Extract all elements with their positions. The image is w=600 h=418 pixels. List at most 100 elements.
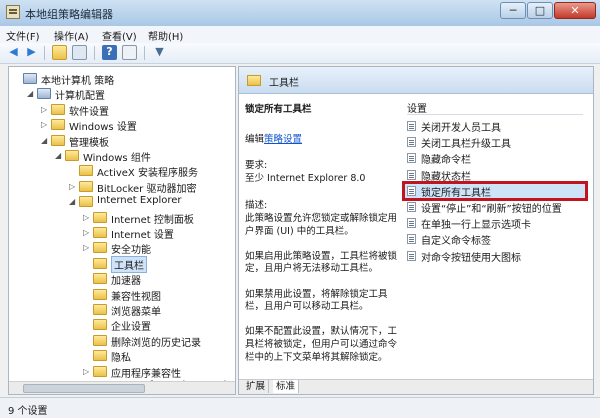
expand-arrow-icon [13,75,20,82]
properties-icon[interactable] [122,45,137,60]
tree-item[interactable]: ▷ Internet 控制面板 [9,210,235,226]
expand-arrow-icon [83,321,90,328]
collapse-arrow-icon[interactable]: ◢ [55,152,62,160]
collapse-arrow-icon[interactable]: ◢ [27,90,34,98]
tree-item-label: 删除浏览的历史记录 [111,337,201,349]
setting-row[interactable]: 对命令按钮使用大图标 [405,249,585,264]
collapse-arrow-icon[interactable]: ◢ [41,136,48,144]
policy-setting-icon [407,153,416,164]
maximize-button[interactable]: □ [527,2,553,19]
scrollbar-thumb[interactable] [23,384,145,393]
edit-policy-link[interactable]: 策略设置 [264,134,302,145]
tree-item[interactable]: ▷ Windows 设置 [9,117,235,133]
tree-item[interactable]: 本地计算机 策略 [9,71,235,87]
setting-row[interactable]: 在单独一行上显示选项卡 [405,216,585,231]
menu-action[interactable]: 操作(A) [54,28,89,43]
expand-arrow-icon [83,337,90,344]
filter-icon[interactable]: ▼ [152,45,167,60]
tree-item[interactable]: ▷ BitLocker 驱动器加密 [9,179,235,195]
up-folder-icon[interactable] [52,45,67,60]
tree-item[interactable]: ▷ Internet 设置 [9,225,235,241]
tree-item[interactable]: ActiveX 安装程序服务 [9,163,235,179]
header-divider [407,114,583,115]
expand-arrow-icon[interactable]: ▷ [41,105,48,113]
close-button[interactable]: ✕ [554,2,596,19]
setting-label: 自定义命令标签 [421,236,491,248]
policy-setting-icon [407,250,416,261]
tree-item[interactable]: ◢ 计算机配置 [9,86,235,102]
expand-arrow-icon[interactable]: ▷ [83,229,90,237]
tree-item[interactable]: 企业设置 [9,317,235,333]
expand-arrow-icon[interactable]: ▷ [83,244,90,252]
tree-item[interactable]: 兼容性视图 [9,287,235,303]
minimize-button[interactable]: ─ [500,2,526,19]
view-tabs: 扩展 标准 [239,379,593,394]
settings-column-header[interactable]: 设置 [407,100,427,115]
folder-icon [93,334,107,346]
setting-row[interactable]: 关闭工具栏升级工具 [405,135,585,150]
tree-item-label: 工具栏 [111,255,147,273]
details-pane: 工具栏 锁定所有工具栏 编辑策略设置 要求: 至少 Internet Explo… [238,66,594,395]
expand-arrow-icon[interactable]: ▷ [41,121,48,129]
expand-arrow-icon[interactable]: ▷ [69,182,76,190]
policy-tree[interactable]: ▷Internet Information Services▷应用程序兼容性隐私… [8,66,236,395]
edit-line: 编辑策略设置 [245,133,302,146]
tree-item[interactable]: ▷ 应用程序兼容性 [9,364,235,380]
tab-extended[interactable]: 扩展 [243,380,270,393]
expand-arrow-icon [83,275,90,282]
tree-item[interactable]: ◢ 管理模板 [9,133,235,149]
folder-icon [247,75,261,86]
tree-item[interactable]: ◢ Internet Explorer [9,194,235,210]
tree-item[interactable]: 隐私 [9,348,235,364]
tree-item-label: Internet 设置 [111,230,174,241]
menu-help[interactable]: 帮助(H) [148,28,183,43]
setting-label: 关闭开发人员工具 [421,123,501,134]
folder-icon [93,288,107,300]
app-icon [6,5,20,19]
expand-arrow-icon[interactable]: ▷ [83,213,90,221]
toolbar-separator [94,46,95,60]
show-hide-tree-icon[interactable] [72,45,87,60]
collapse-arrow-icon[interactable]: ◢ [69,198,76,206]
expand-arrow-icon [69,167,76,174]
tree-item-label: 本地计算机 策略 [41,76,115,87]
tree-item-label: Windows 设置 [69,122,137,134]
setting-row[interactable]: 自定义命令标签 [405,232,585,248]
folder-icon [93,304,107,315]
folder-icon [51,119,65,131]
description-line: 栏，且用户可以移动工具栏。 [245,301,369,313]
tree-item-label: ActiveX 安装程序服务 [97,168,198,180]
tree-item[interactable]: ▷ 安全功能 [9,240,235,256]
tree-item-label: 企业设置 [111,322,151,334]
expand-arrow-icon [83,352,90,359]
tree-item[interactable]: ▷ 软件设置 [9,102,235,118]
expand-arrow-icon[interactable]: ▷ [83,367,90,375]
tree-item[interactable]: ◢ Windows 组件 [9,148,235,164]
policy-setting-icon [407,169,416,180]
setting-row[interactable]: 隐藏命令栏 [405,151,585,167]
menu-view[interactable]: 查看(V) [102,28,137,43]
menu-file[interactable]: 文件(F) [6,28,40,43]
window-title: 本地组策略编辑器 [25,8,113,21]
tree-item-label: 安全功能 [111,245,151,257]
details-header: 工具栏 [239,67,593,94]
back-arrow-icon[interactable]: ◀ [6,45,21,60]
setting-row[interactable]: 关闭开发人员工具 [405,119,585,134]
help-icon[interactable]: ? [102,45,117,60]
tree-item[interactable]: 工具栏 [9,255,235,273]
tree-item[interactable]: 删除浏览的历史记录 [9,333,235,349]
horizontal-scrollbar[interactable] [9,381,235,394]
requirement-label: 要求: [245,160,268,171]
status-bar: 9 个设置 [0,397,600,418]
setting-row[interactable]: 锁定所有工具栏 [402,180,588,201]
forward-arrow-icon[interactable]: ▶ [24,45,39,60]
requirement-value: 至少 Internet Explorer 8.0 [245,173,366,184]
tree-item[interactable]: 加速器 [9,271,235,287]
folder-icon [51,103,65,115]
policy-setting-icon [407,234,416,245]
setting-label: 隐藏命令栏 [421,155,471,167]
setting-row[interactable]: 设置“停止”和“刷新”按钮的位置 [405,200,585,215]
setting-row[interactable]: 隐藏状态栏 [405,168,585,183]
tab-standard[interactable]: 标准 [273,380,300,393]
tree-item[interactable]: 浏览器菜单 [9,302,235,318]
